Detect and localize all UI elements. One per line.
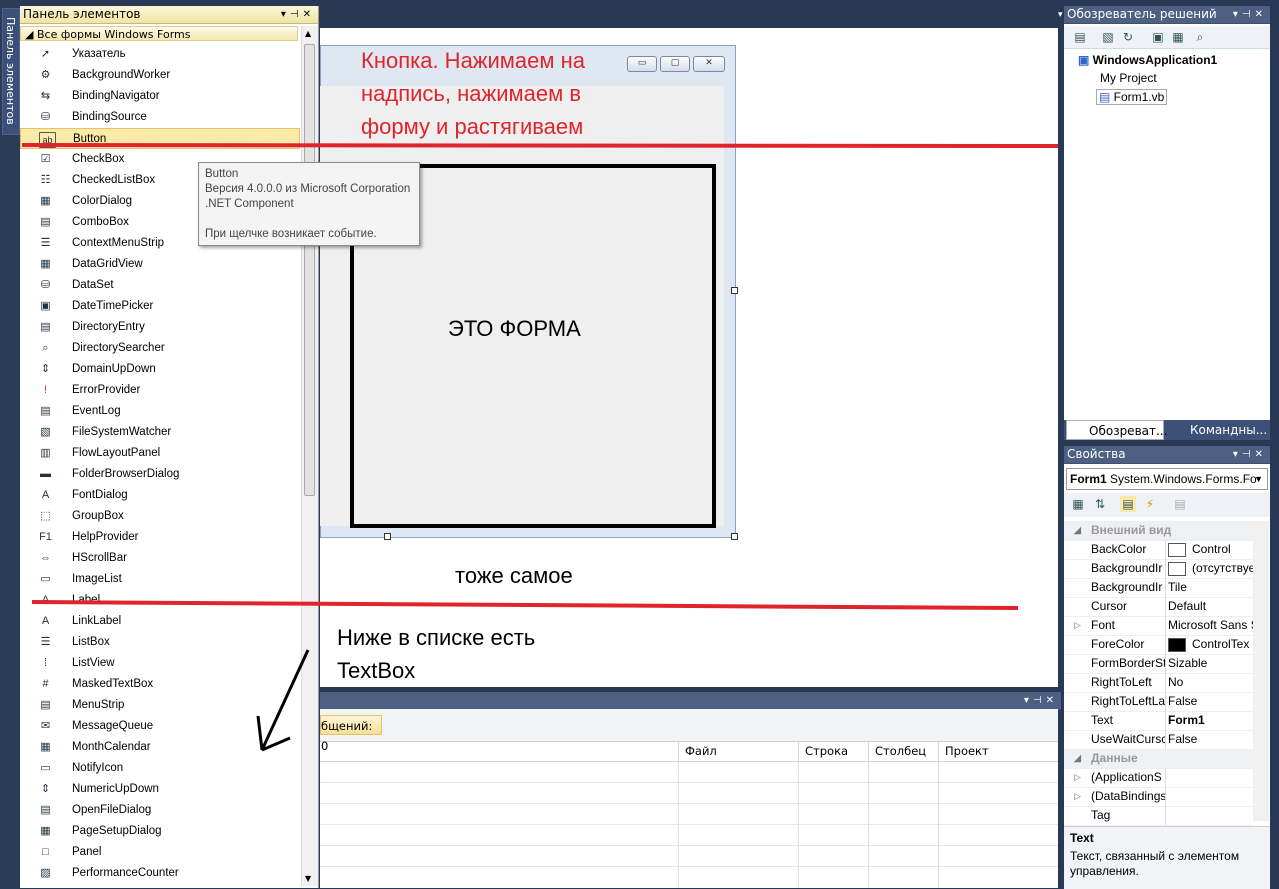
red-underline-button xyxy=(21,143,1059,148)
arrow-down-icon xyxy=(256,649,310,752)
red-underline-label xyxy=(31,600,1019,610)
annotation-overlay xyxy=(21,143,1059,752)
